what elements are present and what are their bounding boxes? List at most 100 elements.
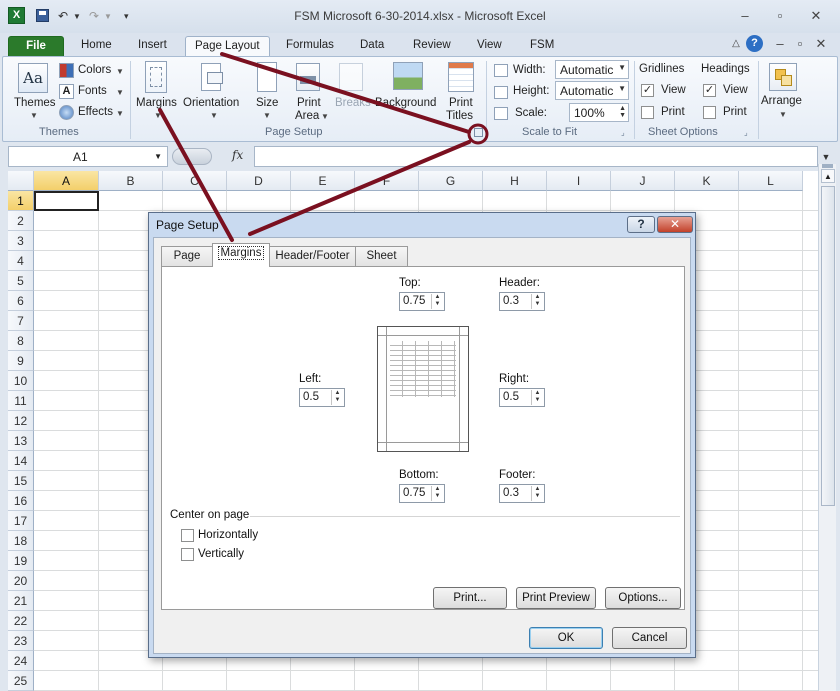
- themes-dropdown-icon[interactable]: ▼: [30, 111, 38, 120]
- gridlines-view-checkbox[interactable]: ✓: [641, 84, 654, 97]
- column-header-b[interactable]: B: [99, 171, 163, 191]
- height-combo[interactable]: Automatic ▼: [555, 81, 629, 100]
- footer-margin-spinner[interactable]: 0.3 ▲ ▼: [499, 484, 545, 503]
- spinner-arrows-icon[interactable]: ▲ ▼: [531, 486, 543, 501]
- headings-print-checkbox[interactable]: [703, 106, 716, 119]
- tab-data[interactable]: Data: [351, 36, 393, 57]
- column-header-d[interactable]: D: [227, 171, 291, 191]
- row-header-2[interactable]: 2: [8, 211, 34, 231]
- row-header-5[interactable]: 5: [8, 271, 34, 291]
- colors-dropdown-icon[interactable]: ▼: [116, 67, 124, 76]
- tab-review[interactable]: Review: [404, 36, 460, 57]
- dialog-help-button[interactable]: ?: [627, 216, 655, 233]
- row-header-8[interactable]: 8: [8, 331, 34, 351]
- print-titles-label-line2[interactable]: Titles: [446, 110, 473, 122]
- formula-input[interactable]: [254, 146, 818, 167]
- header-margin-spinner[interactable]: 0.3 ▲ ▼: [499, 292, 545, 311]
- row-header-16[interactable]: 16: [8, 491, 34, 511]
- tab-formulas[interactable]: Formulas: [277, 36, 343, 57]
- tab-sheet[interactable]: Sheet: [355, 246, 408, 266]
- column-header-l[interactable]: L: [739, 171, 803, 191]
- vertical-scrollbar[interactable]: ▲: [818, 164, 836, 691]
- tab-fsm[interactable]: FSM: [521, 36, 563, 57]
- ok-button[interactable]: OK: [529, 627, 603, 649]
- breaks-button[interactable]: Breaks: [335, 97, 371, 109]
- top-margin-spinner[interactable]: 0.75 ▲ ▼: [399, 292, 445, 311]
- themes-button[interactable]: Themes: [14, 97, 56, 109]
- scale-dialog-launcher-icon[interactable]: ⌟: [621, 128, 625, 137]
- row-header-3[interactable]: 3: [8, 231, 34, 251]
- background-button[interactable]: Background: [375, 97, 436, 109]
- vertically-checkbox[interactable]: [181, 548, 194, 561]
- tab-home[interactable]: Home: [72, 36, 121, 57]
- column-header-a[interactable]: A: [34, 171, 99, 191]
- print-area-label-line1[interactable]: Print: [297, 97, 321, 109]
- row-header-21[interactable]: 21: [8, 591, 34, 611]
- gridlines-print-checkbox[interactable]: [641, 106, 654, 119]
- cancel-button[interactable]: Cancel: [612, 627, 687, 649]
- orientation-dropdown-icon[interactable]: ▼: [210, 111, 218, 120]
- spinner-arrows-icon[interactable]: ▲ ▼: [531, 390, 543, 405]
- tab-header-footer[interactable]: Header/Footer: [269, 246, 356, 266]
- spinner-arrows-icon[interactable]: ▲ ▼: [531, 294, 543, 309]
- arrange-button[interactable]: Arrange: [761, 95, 802, 107]
- right-margin-spinner[interactable]: 0.5 ▲ ▼: [499, 388, 545, 407]
- spinner-arrows-icon[interactable]: ▲ ▼: [431, 486, 443, 501]
- page-setup-dialog-launcher-icon[interactable]: [474, 128, 483, 137]
- restore-button[interactable]: ▫: [770, 7, 790, 25]
- row-header-15[interactable]: 15: [8, 471, 34, 491]
- size-dropdown-icon[interactable]: ▼: [263, 111, 271, 120]
- split-box-icon[interactable]: [822, 164, 833, 168]
- row-header-11[interactable]: 11: [8, 391, 34, 411]
- horizontally-checkbox[interactable]: [181, 529, 194, 542]
- active-cell-a1[interactable]: [34, 191, 99, 211]
- column-header-f[interactable]: F: [355, 171, 419, 191]
- row-header-17[interactable]: 17: [8, 511, 34, 531]
- print-area-dropdown-icon[interactable]: ▼: [321, 112, 329, 121]
- column-header-g[interactable]: G: [419, 171, 483, 191]
- headings-view-checkbox[interactable]: ✓: [703, 84, 716, 97]
- column-header-j[interactable]: J: [611, 171, 675, 191]
- scroll-up-icon[interactable]: ▲: [821, 169, 835, 183]
- select-all-corner[interactable]: [8, 171, 34, 191]
- tab-insert[interactable]: Insert: [129, 36, 176, 57]
- left-margin-spinner[interactable]: 0.5 ▲ ▼: [299, 388, 345, 407]
- row-header-10[interactable]: 10: [8, 371, 34, 391]
- tab-margins[interactable]: Margins: [212, 243, 270, 267]
- row-header-22[interactable]: 22: [8, 611, 34, 631]
- collapse-ribbon-icon[interactable]: △: [726, 35, 746, 53]
- row-header-14[interactable]: 14: [8, 451, 34, 471]
- options-button[interactable]: Options...: [605, 587, 681, 609]
- row-header-19[interactable]: 19: [8, 551, 34, 571]
- row-header-1[interactable]: 1: [8, 191, 34, 211]
- tab-file[interactable]: File: [8, 36, 64, 57]
- arrange-dropdown-icon[interactable]: ▼: [779, 110, 787, 119]
- vertically-label[interactable]: Vertically: [198, 548, 244, 560]
- colors-button[interactable]: Colors: [78, 64, 111, 76]
- tab-page[interactable]: Page: [161, 246, 213, 266]
- print-area-label-line2[interactable]: Area: [295, 110, 319, 122]
- insert-function-icon[interactable]: fx: [232, 148, 243, 162]
- workbook-minimize-button[interactable]: –: [770, 35, 790, 53]
- orientation-button[interactable]: Orientation: [183, 97, 239, 109]
- column-header-c[interactable]: C: [163, 171, 227, 191]
- row-header-4[interactable]: 4: [8, 251, 34, 271]
- print-preview-button[interactable]: Print Preview: [516, 587, 596, 609]
- fonts-button[interactable]: Fonts: [78, 85, 107, 97]
- print-titles-label-line1[interactable]: Print: [449, 97, 473, 109]
- fonts-dropdown-icon[interactable]: ▼: [116, 88, 124, 97]
- row-header-24[interactable]: 24: [8, 651, 34, 671]
- scroll-thumb[interactable]: [821, 186, 835, 506]
- print-button[interactable]: Print...: [433, 587, 507, 609]
- themes-icon[interactable]: Aa: [18, 63, 48, 93]
- minimize-button[interactable]: –: [735, 7, 755, 25]
- dialog-close-button[interactable]: ✕: [657, 216, 693, 233]
- spinner-arrows-icon[interactable]: ▲ ▼: [331, 390, 343, 405]
- effects-button[interactable]: Effects: [78, 106, 113, 118]
- column-header-h[interactable]: H: [483, 171, 547, 191]
- row-header-12[interactable]: 12: [8, 411, 34, 431]
- row-header-9[interactable]: 9: [8, 351, 34, 371]
- width-combo[interactable]: Automatic ▼: [555, 60, 629, 79]
- row-header-20[interactable]: 20: [8, 571, 34, 591]
- tab-page-layout[interactable]: Page Layout: [185, 36, 270, 57]
